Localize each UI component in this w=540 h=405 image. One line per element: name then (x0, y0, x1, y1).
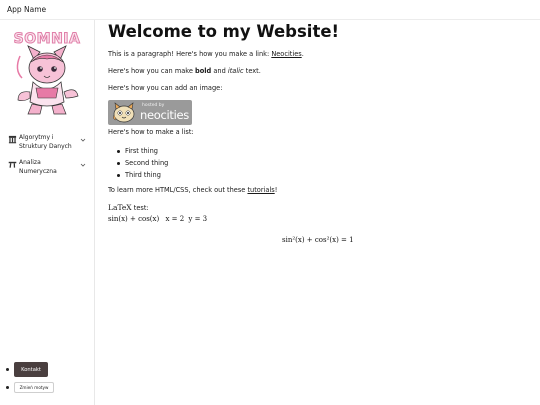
neocities-link[interactable]: Neocities (271, 50, 301, 58)
svg-text:SOMNIA: SOMNIA (14, 31, 81, 47)
equation-x: x = 2 (165, 215, 185, 223)
sidebar: SOMNIA Algorytmy i Struktury Danych Anal… (0, 20, 95, 405)
paragraph-text: test: (131, 204, 149, 212)
paragraph-text: This is a paragraph! Here's how you make… (108, 50, 272, 58)
chevron-down-icon (80, 163, 86, 167)
sidebar-item-algorytmy[interactable]: Algorytmy i Struktury Danych (8, 134, 86, 151)
paragraph-text: ! (274, 186, 278, 194)
bullet (6, 368, 9, 371)
list-item: Kontakt (6, 362, 54, 377)
paragraph-text: and (211, 67, 228, 75)
sidebar-item-label: Algorytmy i Struktury Danych (19, 134, 72, 150)
list-item: Third thing (117, 169, 168, 181)
bullet-list: First thing Second thing Third thing (117, 145, 168, 181)
page-title: Welcome to my Website! (108, 22, 340, 41)
paragraph-tutorials: To learn more HTML/CSS, check out these … (108, 186, 277, 194)
neocities-cat-icon (113, 102, 135, 123)
equation-trig: sin(x) + cos(x) (108, 215, 160, 223)
chevron-down-icon (80, 138, 86, 142)
kontakt-button[interactable]: Kontakt (14, 362, 48, 377)
paragraph-formatting: Here's how you can make bold and italic … (108, 67, 261, 75)
equation-y: y = 3 (188, 215, 208, 223)
sidebar-item-label: Analiza Numeryczna (19, 159, 57, 175)
change-theme-button[interactable]: Zmień motyw (14, 382, 54, 393)
pi-icon (8, 161, 17, 168)
somnia-logo: SOMNIA (13, 31, 81, 115)
app-name: App Name (7, 5, 47, 14)
paragraph-text: To learn more HTML/CSS, check out these (108, 186, 248, 194)
paragraph-text: text. (243, 67, 261, 75)
sidebar-footer-list: Kontakt Zmień motyw (6, 362, 54, 393)
paragraph-image: Here's how you can add an image: (108, 84, 223, 92)
neocities-badge-image[interactable]: hosted by neocities (108, 100, 192, 125)
latex-logo: LaTeX (108, 203, 132, 212)
paragraph-list: Here's how to make a list: (108, 128, 194, 136)
structure-icon (8, 135, 17, 144)
paragraph-text: . (301, 50, 304, 58)
inline-math: sin(x) + cos(x) x = 2 y = 3 (108, 215, 207, 223)
tutorials-link[interactable]: tutorials (247, 186, 274, 194)
paragraph-text: Here's how you can make (108, 67, 196, 75)
top-bar: App Name (0, 0, 540, 20)
bold-text: bold (195, 67, 212, 75)
display-math: sin²(x) + cos²(x) = 1 (282, 236, 354, 244)
paragraph-link: This is a paragraph! Here's how you make… (108, 50, 304, 58)
italic-text: italic (227, 67, 244, 75)
list-item: First thing (117, 145, 168, 157)
latex-heading: LaTeX test: (108, 203, 149, 212)
sidebar-item-analiza[interactable]: Analiza Numeryczna (8, 159, 86, 176)
image-caption-large: neocities (140, 108, 189, 122)
bullet (6, 386, 9, 389)
list-item: Second thing (117, 157, 168, 169)
list-item: Zmień motyw (6, 377, 54, 393)
